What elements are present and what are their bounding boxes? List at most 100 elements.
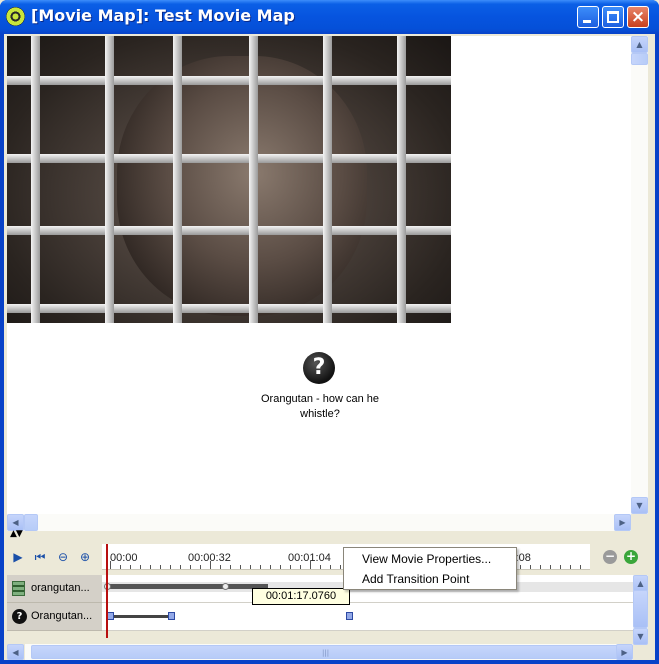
ruler-minor-tick	[530, 565, 531, 569]
playhead[interactable]	[106, 544, 108, 638]
ruler-minor-tick	[180, 565, 181, 569]
scroll-left-icon[interactable]: ◀	[7, 644, 24, 660]
maximize-icon	[607, 11, 619, 23]
timeline-horizontal-scrollbar[interactable]: ||| ▶	[25, 644, 633, 660]
ruler-minor-tick	[290, 565, 291, 569]
track-label: Orangutan...	[31, 610, 93, 622]
ruler-minor-tick	[130, 565, 131, 569]
scroll-up-icon[interactable]: ▲	[631, 36, 648, 53]
scroll-thumb[interactable]: |||	[31, 645, 621, 659]
zoom-out-icon[interactable]: ⊖	[54, 548, 72, 566]
ruler-minor-tick	[220, 565, 221, 569]
window-title: [Movie Map]: Test Movie Map	[31, 6, 295, 25]
zoom-in-icon[interactable]: ⊕	[76, 548, 94, 566]
ruler-minor-tick	[260, 565, 261, 569]
ruler-controls: − +	[590, 544, 648, 570]
viewer-vertical-scrollbar[interactable]: ▲ ▼	[631, 36, 648, 514]
marker-handle[interactable]	[168, 612, 175, 620]
cage-bar	[397, 36, 406, 323]
scroll-thumb[interactable]	[633, 590, 648, 628]
clip-handle[interactable]	[222, 583, 229, 590]
minimize-button[interactable]	[577, 6, 599, 28]
scroll-right-icon[interactable]: ▶	[614, 514, 631, 531]
timeline-toolbar: ▶ ⏮ ⊖ ⊕	[7, 544, 102, 570]
ruler-minor-tick	[320, 565, 321, 569]
context-menu: View Movie Properties... Add Transition …	[343, 547, 517, 590]
ruler-minor-tick	[160, 565, 161, 569]
ruler-minor-tick	[570, 565, 571, 569]
film-icon	[12, 581, 25, 596]
scroll-thumb[interactable]	[631, 53, 648, 65]
ruler-minor-tick	[340, 565, 341, 569]
track-header[interactable]: orangutan...	[7, 575, 102, 603]
window-border	[0, 660, 659, 664]
app-window: [Movie Map]: Test Movie Map × ? Oranguta…	[0, 0, 659, 664]
timeline-vertical-scrollbar[interactable]: ▲ ▼	[633, 575, 648, 645]
ruler-minor-tick	[270, 565, 271, 569]
pane-splitter[interactable]: ▲▼	[7, 529, 648, 541]
minimize-icon	[583, 20, 591, 23]
maximize-button[interactable]	[602, 6, 624, 28]
scroll-thumb[interactable]	[24, 514, 38, 531]
ruler-minor-tick	[330, 565, 331, 569]
timecode-tooltip: 00:01:17.0760	[252, 588, 350, 605]
cage-bar	[7, 304, 451, 313]
ruler-minor-tick	[150, 565, 151, 569]
map-viewer[interactable]: ? Orangutan - how can he whistle?	[7, 36, 631, 514]
track-row[interactable]: ? Orangutan...	[7, 603, 633, 631]
menu-item-add-transition-point[interactable]: Add Transition Point	[362, 572, 469, 586]
ruler-label: 00:00	[110, 552, 138, 564]
movie-frame[interactable]	[7, 36, 451, 323]
marker-span[interactable]	[110, 615, 170, 618]
grip-icon: |||	[322, 649, 330, 657]
ruler-minor-tick	[280, 565, 281, 569]
ruler-minor-tick	[190, 565, 191, 569]
rewind-icon[interactable]: ⏮	[31, 548, 49, 566]
viewer-horizontal-scrollbar[interactable]: ◀ ▶	[7, 514, 631, 531]
ruler-minor-tick	[520, 565, 521, 569]
remove-track-button[interactable]: −	[603, 550, 617, 564]
timeline-panel: ▶ ⏮ ⊖ ⊕ 00:0000:00:3200:01:0400:01:3600:…	[7, 541, 648, 660]
ruler-minor-tick	[200, 565, 201, 569]
ruler-minor-tick	[120, 565, 121, 569]
play-icon[interactable]: ▶	[9, 548, 27, 566]
scroll-down-icon[interactable]: ▼	[631, 497, 648, 514]
cage-bar	[323, 36, 332, 323]
cage-bar	[249, 36, 258, 323]
main-content: ? Orangutan - how can he whistle? ▲ ▼ ◀ …	[4, 34, 655, 660]
app-logo-icon	[6, 7, 25, 26]
marker-handle[interactable]	[346, 612, 353, 620]
close-button[interactable]: ×	[627, 6, 649, 28]
question-marker-icon[interactable]: ?	[303, 352, 335, 384]
cage-bar	[105, 36, 114, 323]
cage-bar	[7, 76, 451, 85]
track-header[interactable]: ? Orangutan...	[7, 603, 102, 631]
splitter-arrows-icon[interactable]: ▲▼	[10, 529, 23, 539]
ruler-minor-tick	[550, 565, 551, 569]
ruler-minor-tick	[240, 565, 241, 569]
movie-clip[interactable]	[108, 584, 268, 589]
ruler-minor-tick	[540, 565, 541, 569]
track-label: orangutan...	[31, 582, 90, 594]
title-bar[interactable]: [Movie Map]: Test Movie Map ×	[0, 0, 659, 34]
cage-bar	[7, 226, 451, 235]
ruler-minor-tick	[560, 565, 561, 569]
close-icon: ×	[630, 7, 646, 27]
question-icon: ?	[12, 609, 27, 624]
cage-bar	[31, 36, 40, 323]
ruler-label: 00:01:04	[288, 552, 331, 564]
scroll-down-icon[interactable]: ▼	[633, 628, 648, 645]
cage-bar	[173, 36, 182, 323]
menu-item-view-movie-properties[interactable]: View Movie Properties...	[362, 552, 491, 566]
ruler-label: 00:00:32	[188, 552, 231, 564]
track-lane[interactable]	[102, 603, 633, 631]
scroll-right-icon[interactable]: ▶	[616, 644, 633, 660]
add-track-button[interactable]: +	[624, 550, 638, 564]
marker-handle[interactable]	[107, 612, 114, 620]
marker-label: Orangutan - how can he whistle?	[260, 393, 380, 420]
ruler-minor-tick	[300, 565, 301, 569]
ruler-minor-tick	[170, 565, 171, 569]
ruler-minor-tick	[140, 565, 141, 569]
cage-bar	[7, 154, 451, 163]
ruler-minor-tick	[230, 565, 231, 569]
